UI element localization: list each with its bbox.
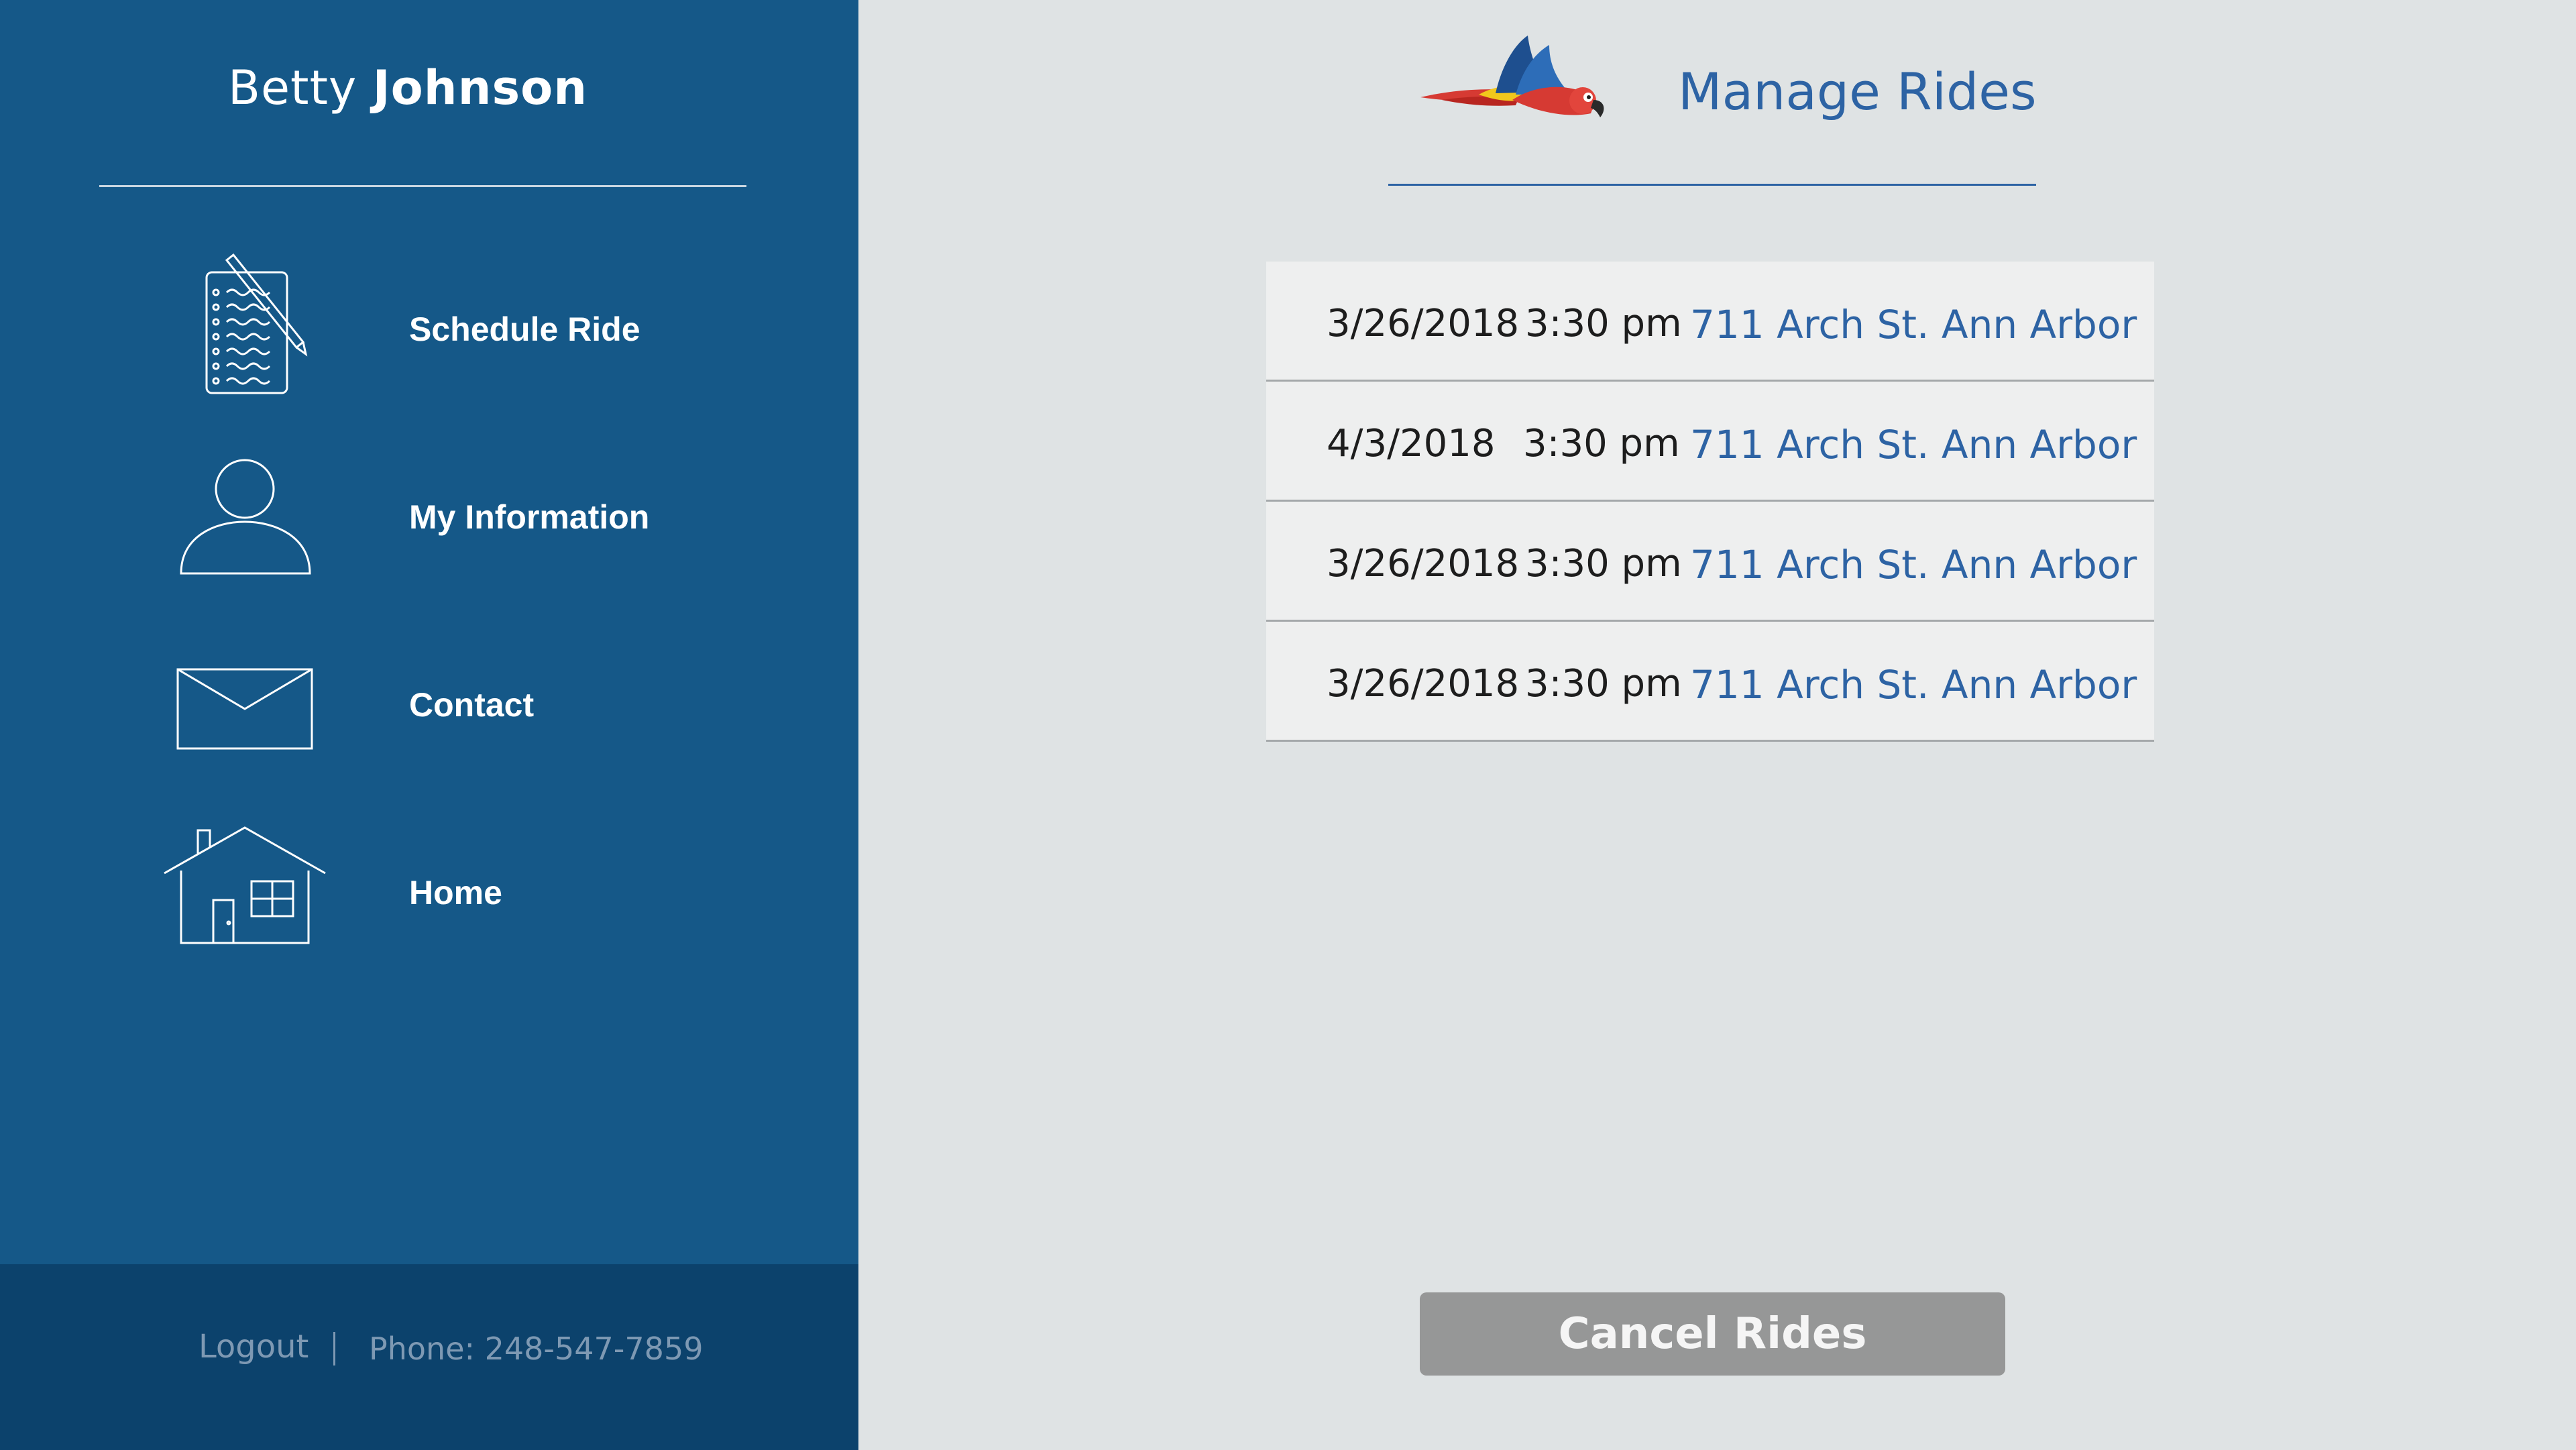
ride-address: 711 Arch St. Ann Arbor	[1690, 662, 2137, 708]
ride-row[interactable]: 3/26/2018 3:30 pm 711 Arch St. Ann Arbor	[1266, 622, 2154, 742]
ride-time: 3:30 pm	[1525, 302, 1682, 345]
ride-date: 3/26/2018	[1327, 542, 1520, 585]
person-icon	[154, 436, 335, 583]
ride-date: 3/26/2018	[1327, 662, 1520, 706]
ride-time: 3:30 pm	[1525, 542, 1682, 585]
ride-row[interactable]: 4/3/2018 3:30 pm 711 Arch St. Ann Arbor	[1266, 382, 2154, 502]
ride-row[interactable]: 3/26/2018 3:30 pm 711 Arch St. Ann Arbor	[1266, 262, 2154, 382]
sidebar-item-label: Contact	[409, 686, 535, 724]
ride-address: 711 Arch St. Ann Arbor	[1690, 422, 2137, 467]
sidebar-item-schedule-ride[interactable]: Schedule Ride	[0, 248, 858, 409]
ride-time: 3:30 pm	[1523, 422, 1680, 465]
house-icon	[154, 812, 335, 959]
ride-time: 3:30 pm	[1525, 662, 1682, 706]
footer-separator	[333, 1332, 335, 1365]
envelope-icon	[154, 624, 335, 771]
sidebar-item-label: My Information	[409, 498, 650, 536]
ride-date: 4/3/2018	[1327, 422, 1496, 465]
phone-number: Phone: 248-547-7859	[369, 1331, 704, 1367]
parrot-logo-icon	[1415, 30, 1610, 141]
sidebar-item-label: Home	[409, 874, 502, 911]
page-title: Manage Rides	[1678, 62, 2037, 121]
cancel-rides-button[interactable]: Cancel Rides	[1420, 1292, 2005, 1376]
clipboard-pencil-icon	[154, 248, 335, 396]
ride-address: 711 Arch St. Ann Arbor	[1690, 302, 2137, 347]
rides-list: 3/26/2018 3:30 pm 711 Arch St. Ann Arbor…	[1266, 262, 2154, 742]
title-divider	[1388, 184, 2036, 186]
sidebar: Betty Johnson Schedule Ride My Informati…	[0, 0, 858, 1450]
user-first-name: Betty	[227, 60, 357, 115]
logout-link[interactable]: Logout	[199, 1328, 309, 1365]
sidebar-item-home[interactable]: Home	[0, 812, 858, 972]
sidebar-item-contact[interactable]: Contact	[0, 624, 858, 785]
sidebar-item-label: Schedule Ride	[409, 311, 640, 348]
ride-row[interactable]: 3/26/2018 3:30 pm 711 Arch St. Ann Arbor	[1266, 502, 2154, 622]
user-last-name: Johnson	[372, 60, 588, 115]
ride-date: 3/26/2018	[1327, 302, 1520, 345]
user-name: Betty Johnson	[0, 60, 816, 115]
sidebar-divider	[99, 185, 746, 187]
sidebar-item-my-information[interactable]: My Information	[0, 436, 858, 597]
ride-address: 711 Arch St. Ann Arbor	[1690, 542, 2137, 588]
